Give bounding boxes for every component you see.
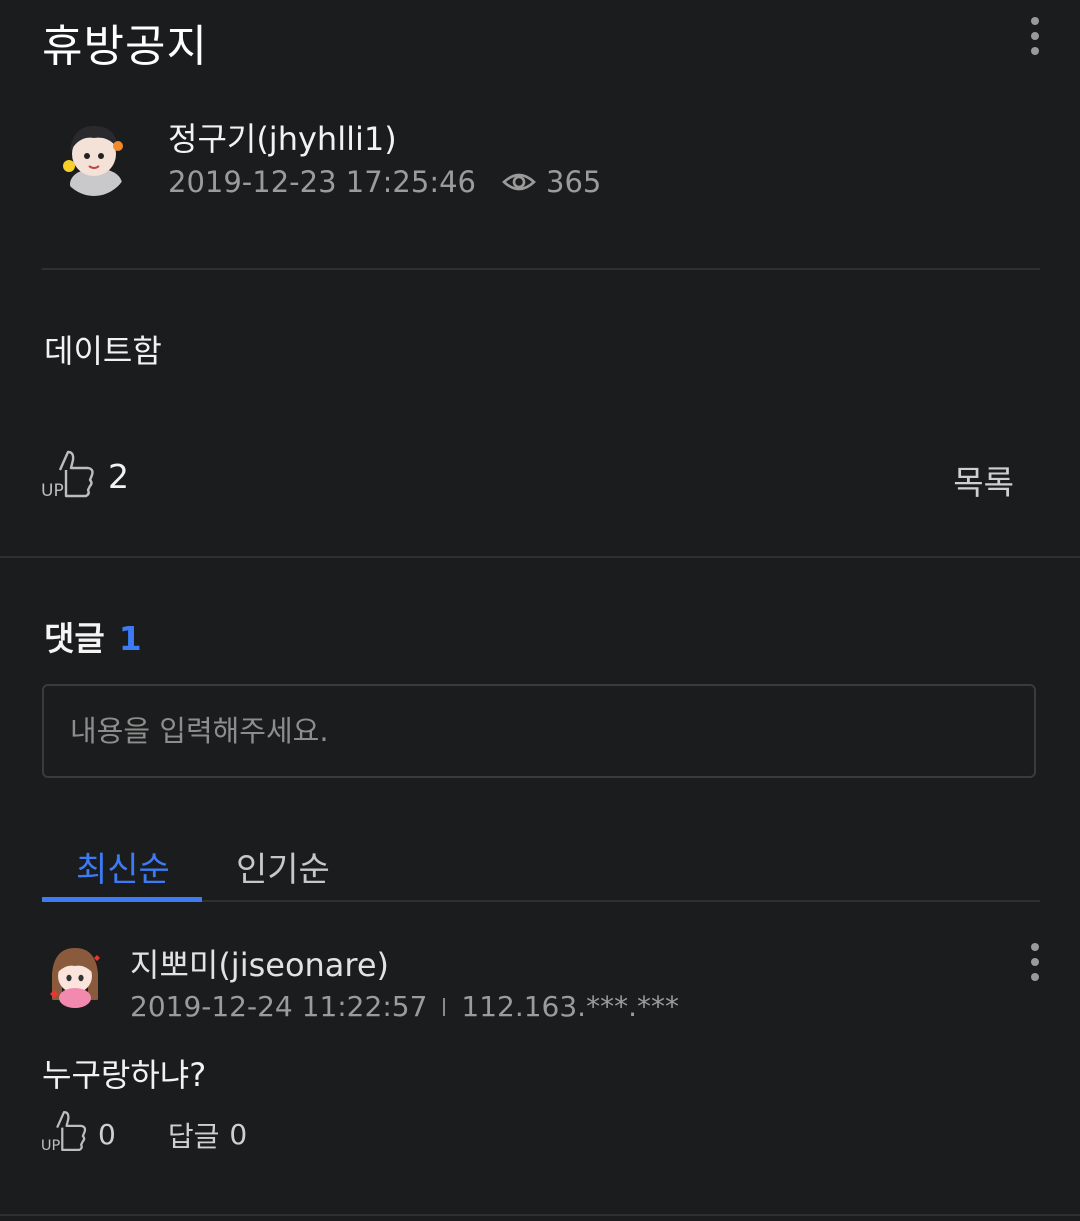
svg-text:UP: UP xyxy=(41,1137,61,1154)
comment-ip: 112.163.***.*** xyxy=(461,990,679,1023)
post-datetime: 2019-12-23 17:25:46 xyxy=(168,165,476,199)
comment-author[interactable]: 지뽀미(jiseonare) xyxy=(130,940,389,986)
eye-icon xyxy=(502,170,536,194)
svg-text:UP: UP xyxy=(41,481,64,500)
comments-heading: 댓글 1 xyxy=(44,612,142,660)
comment-actions: UP 0 답글 0 xyxy=(40,1108,247,1161)
comment-more-icon[interactable] xyxy=(1015,932,1055,992)
author-avatar[interactable] xyxy=(58,118,130,196)
thumbs-up-icon: UP xyxy=(40,448,96,504)
active-tab-indicator xyxy=(42,897,202,902)
header-divider xyxy=(42,268,1040,270)
thumbs-up-icon: UP xyxy=(40,1108,88,1161)
post-meta: 2019-12-23 17:25:46 365 xyxy=(168,165,601,199)
author-name[interactable]: 정구기(jhyhlli1) xyxy=(168,114,397,160)
comments-count: 1 xyxy=(118,619,142,658)
tab-popular[interactable]: 인기순 xyxy=(236,842,330,891)
list-button[interactable]: 목록 xyxy=(953,456,1014,504)
reply-count: 0 xyxy=(229,1118,248,1151)
comment-input-box[interactable] xyxy=(42,684,1036,778)
comments-heading-label: 댓글 xyxy=(44,619,105,658)
comment-text: 누구랑하냐? xyxy=(42,1056,207,1094)
comment-meta: 2019-12-24 11:22:57 112.163.***.*** xyxy=(130,990,679,1023)
comment-like-count: 0 xyxy=(98,1118,116,1151)
reply-label: 답글 xyxy=(167,1119,220,1153)
post-title: 휴방공지 xyxy=(42,21,208,72)
section-divider xyxy=(0,556,1080,558)
post-content: 데이트함 xyxy=(44,332,162,370)
more-options-icon[interactable] xyxy=(1015,6,1055,66)
reply-button[interactable]: 답글 0 xyxy=(168,1115,247,1155)
bottom-divider xyxy=(0,1214,1080,1216)
post-like-button[interactable]: UP 2 xyxy=(40,448,129,504)
comment-datetime: 2019-12-24 11:22:57 xyxy=(130,990,428,1023)
meta-separator xyxy=(443,997,446,1016)
view-count: 365 xyxy=(546,165,602,199)
like-count: 2 xyxy=(108,456,129,496)
tab-latest[interactable]: 최신순 xyxy=(76,842,170,891)
comment-input[interactable] xyxy=(44,686,1034,776)
comment-like-button[interactable]: UP 0 xyxy=(40,1108,116,1161)
comment-avatar[interactable] xyxy=(44,944,106,1010)
